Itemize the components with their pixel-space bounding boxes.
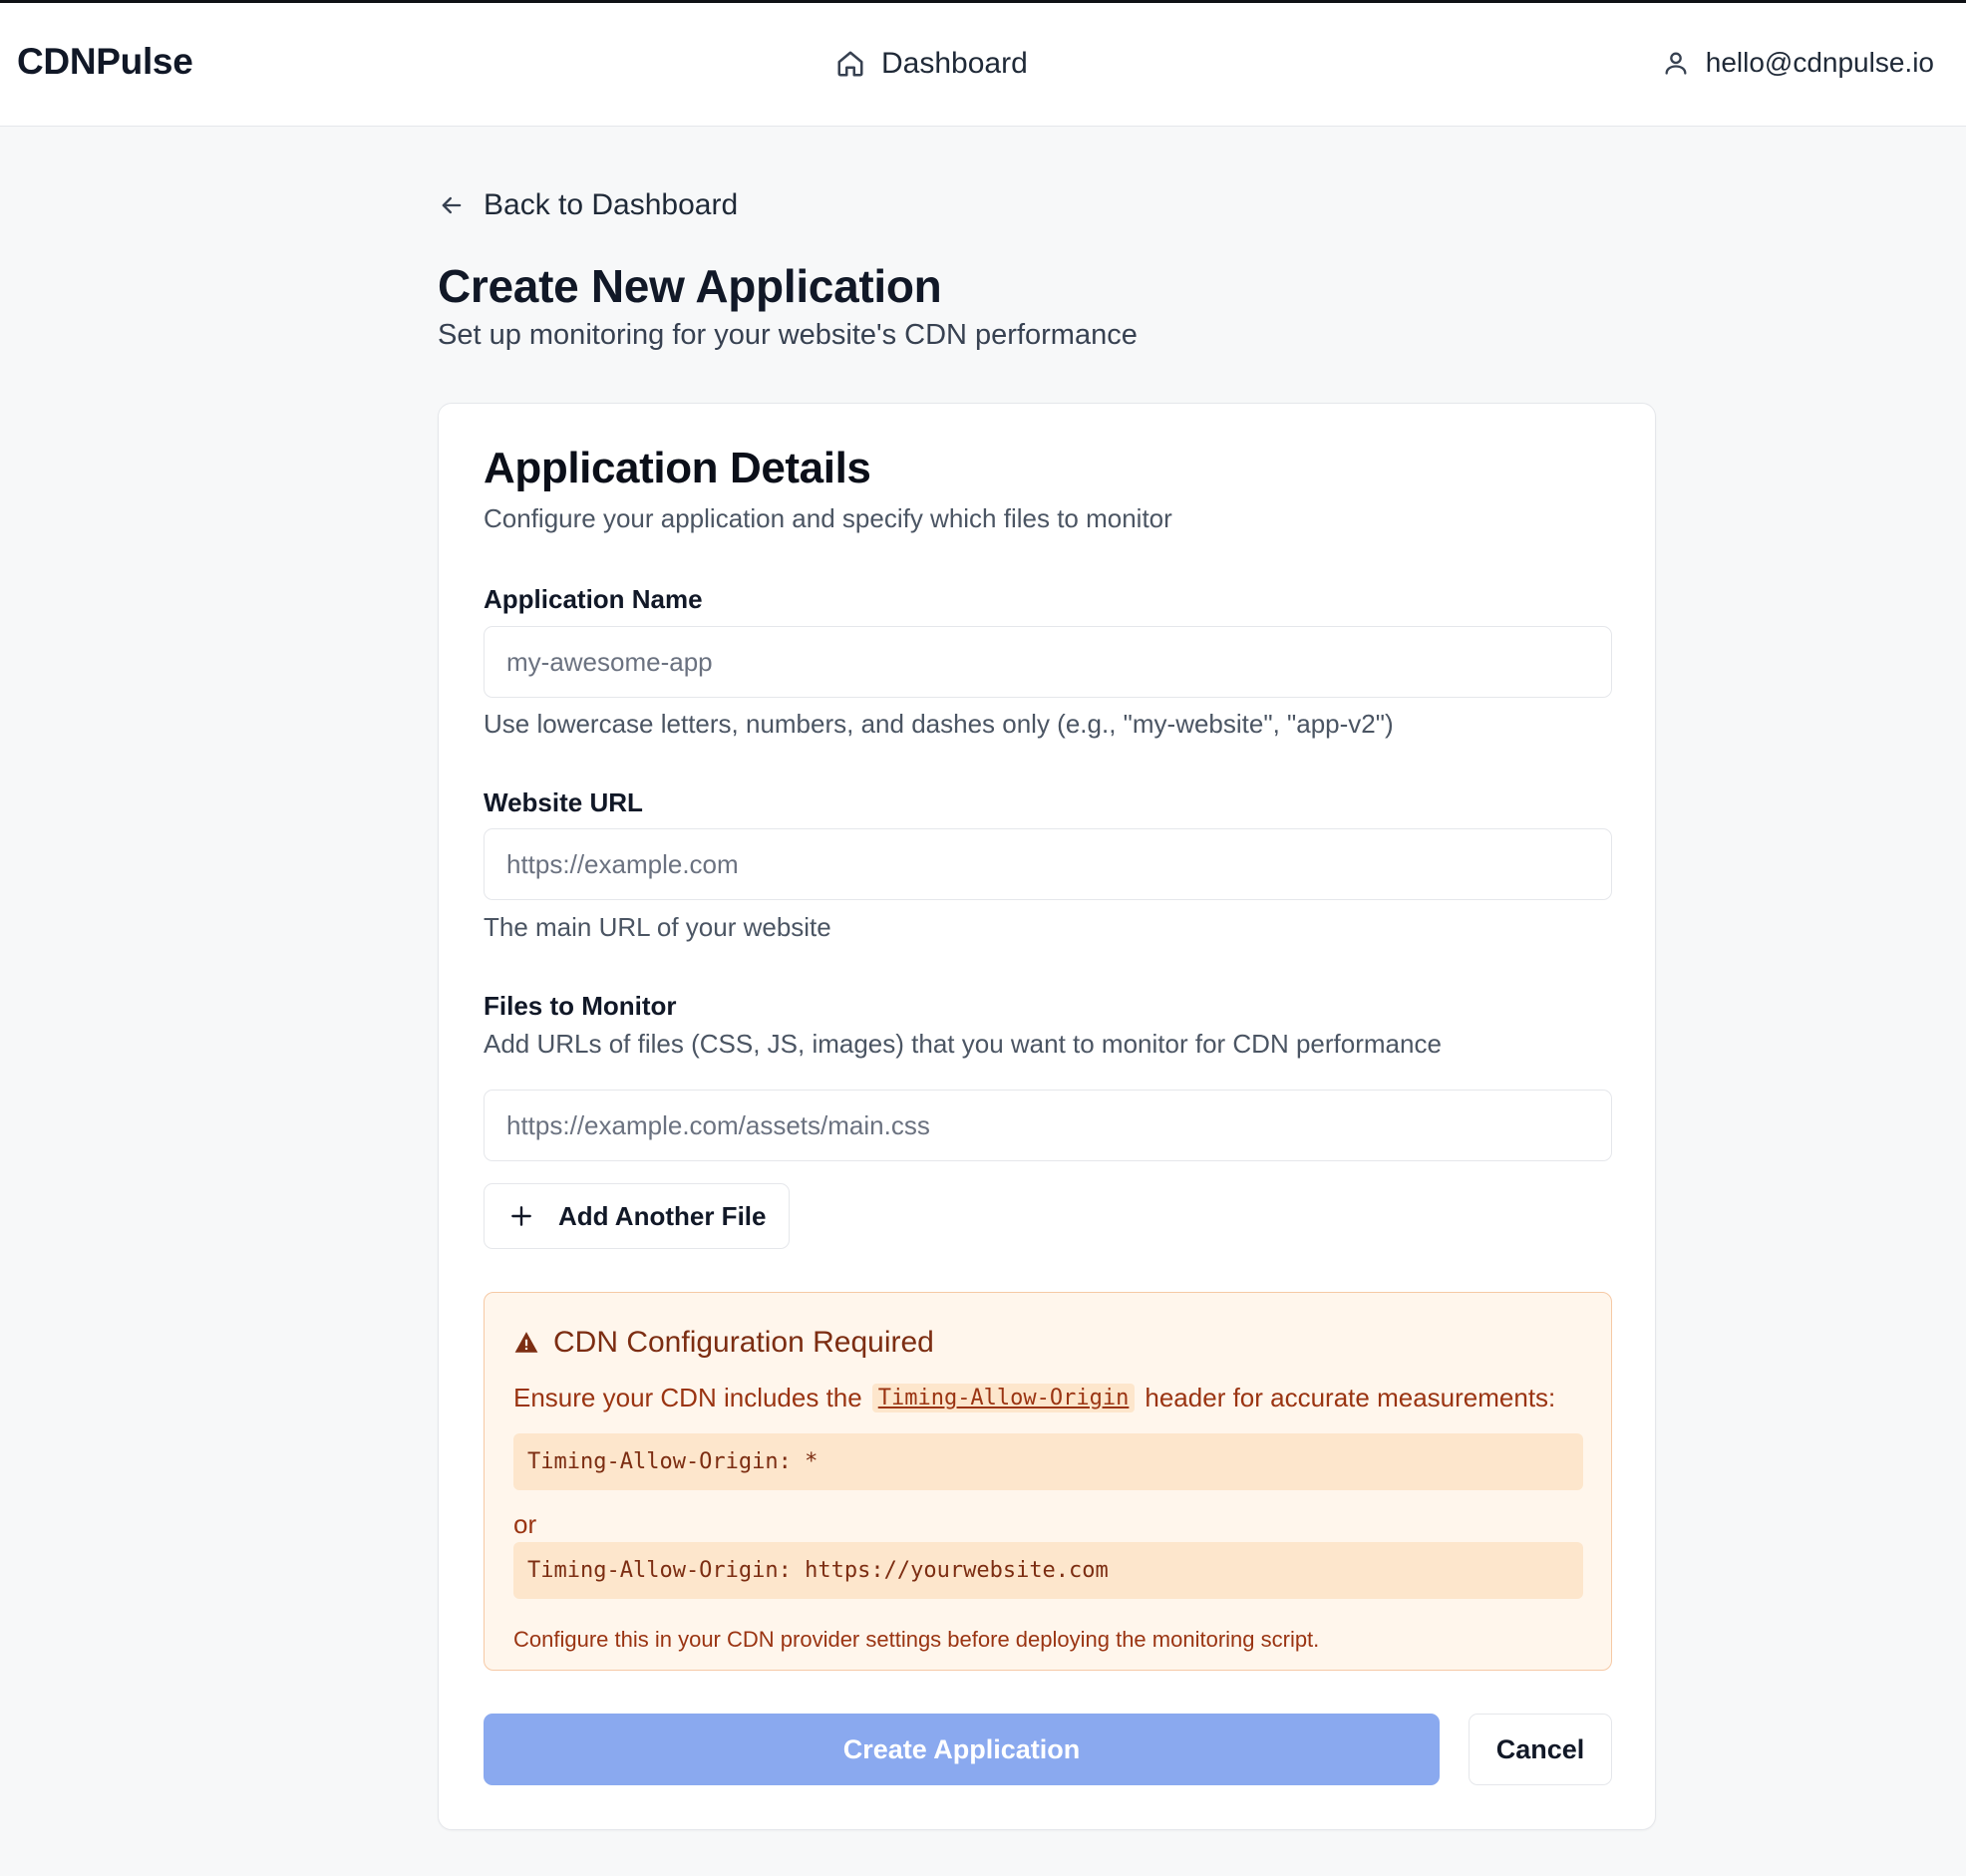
app-name-label: Application Name [484, 584, 703, 614]
plus-icon [511, 1206, 531, 1226]
website-url-label: Website URL [484, 787, 643, 817]
user-email: hello@cdnpulse.io [1705, 47, 1934, 78]
website-url-hint: The main URL of your website [484, 912, 831, 942]
timing-allow-origin-code: Timing-Allow-Origin [871, 1384, 1136, 1412]
add-another-file-button[interactable]: Add Another File [484, 1183, 790, 1249]
file-url-input[interactable] [484, 1090, 1612, 1161]
create-application-button[interactable]: Create Application [484, 1714, 1440, 1785]
nav-dashboard-link[interactable]: Dashboard [835, 47, 1028, 81]
application-details-card: Application Details Configure your appli… [438, 403, 1656, 1830]
cdn-config-warning: CDN Configuration Required Ensure your C… [484, 1292, 1612, 1671]
code-example-wildcard: Timing-Allow-Origin: * [513, 1433, 1583, 1490]
website-url-input[interactable] [484, 828, 1612, 900]
files-label: Files to Monitor [484, 991, 677, 1021]
brand-logo[interactable]: CDNPulse [17, 41, 193, 83]
app-name-input[interactable] [484, 626, 1612, 698]
app-name-hint: Use lowercase letters, numbers, and dash… [484, 709, 1394, 739]
files-description: Add URLs of files (CSS, JS, images) that… [484, 1029, 1442, 1059]
user-icon [1665, 52, 1687, 75]
card-subtitle: Configure your application and specify w… [484, 503, 1172, 533]
back-to-dashboard-link[interactable]: Back to Dashboard [438, 188, 738, 222]
warning-title-row: CDN Configuration Required [513, 1326, 934, 1360]
warning-title: CDN Configuration Required [553, 1326, 934, 1359]
warning-instruction: Ensure your CDN includes the Timing-Allo… [513, 1383, 1555, 1413]
page-subtitle: Set up monitoring for your website's CDN… [438, 319, 1138, 351]
home-icon [837, 51, 863, 77]
top-navbar: CDNPulse Dashboard hello@cdnpulse.io [0, 3, 1966, 127]
add-another-file-label: Add Another File [558, 1200, 767, 1231]
warning-or: or [513, 1509, 537, 1539]
page-title: Create New Application [438, 260, 942, 312]
warning-footer: Configure this in your CDN provider sett… [513, 1627, 1320, 1652]
warning-triangle-icon [514, 1332, 538, 1353]
code-example-origin: Timing-Allow-Origin: https://yourwebsite… [513, 1542, 1583, 1599]
back-label: Back to Dashboard [484, 188, 739, 221]
warning-text-before: Ensure your CDN includes the [513, 1383, 862, 1412]
warning-text-after: header for accurate measurements: [1145, 1383, 1556, 1412]
cancel-button[interactable]: Cancel [1469, 1714, 1612, 1785]
arrow-left-icon [442, 196, 462, 214]
card-title: Application Details [484, 444, 871, 492]
user-menu[interactable]: hello@cdnpulse.io [1662, 47, 1934, 79]
nav-dashboard-label: Dashboard [881, 47, 1028, 80]
